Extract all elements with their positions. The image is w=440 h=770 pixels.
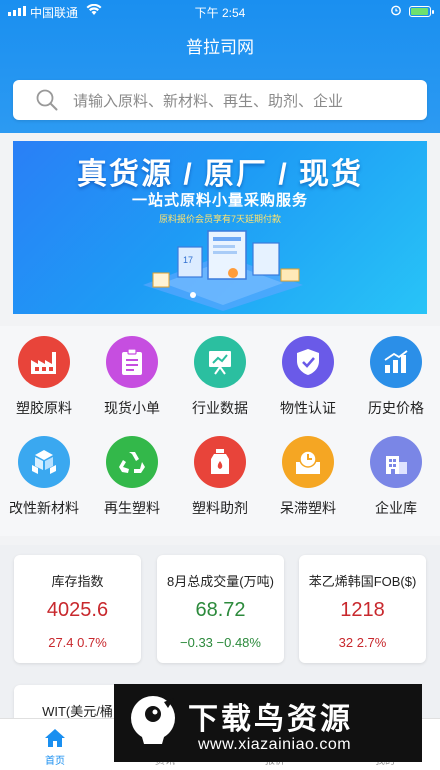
- tab-home[interactable]: 首页: [0, 719, 110, 770]
- recycle-icon: [106, 436, 158, 488]
- tab-label: 首页: [45, 756, 65, 767]
- market-card-value: 1218: [340, 599, 385, 621]
- market-card-title: 8月总成交量(万吨): [167, 574, 274, 589]
- category-item[interactable]: 改性新材料: [0, 426, 88, 518]
- search-input[interactable]: 请输入原料、新材料、再生、助剂、企业: [73, 90, 343, 111]
- svg-text:17: 17: [183, 255, 193, 265]
- category-item[interactable]: 企业库: [352, 426, 440, 518]
- clipboard-icon: [106, 336, 158, 388]
- category-label: 塑胶原料: [16, 400, 72, 416]
- factory-icon: [18, 336, 70, 388]
- status-bar: 中国联通 下午 2:54: [0, 0, 440, 22]
- market-card-value: 4025.6: [46, 599, 109, 621]
- search-icon: [36, 89, 58, 111]
- category-item[interactable]: 历史价格: [352, 326, 440, 418]
- category-label: 塑料助剂: [192, 500, 248, 516]
- category-item[interactable]: 行业数据: [176, 326, 264, 418]
- status-time: 下午 2:54: [194, 6, 246, 20]
- category-item[interactable]: 塑胶原料: [0, 326, 88, 418]
- promo-banner[interactable]: 真货源 / 原厂 / 现货 一站式原料小量采购服务 原料报价会员享有7天延期付款…: [13, 141, 427, 314]
- market-card[interactable]: 苯乙烯韩国FOB($) 1218 32 2.7%: [299, 555, 426, 663]
- market-card-change: 32 2.7%: [338, 635, 387, 650]
- cubes-icon: [18, 436, 70, 488]
- category-item[interactable]: 现货小单: [88, 326, 176, 418]
- bird-logo-icon: [131, 696, 175, 744]
- page-title: 普拉司网: [186, 38, 254, 57]
- market-card-value: 68.72: [195, 599, 246, 621]
- building-icon: [370, 436, 422, 488]
- market-card[interactable]: 8月总成交量(万吨) 68.72 −0.33 −0.48%: [157, 555, 284, 663]
- category-label: 改性新材料: [9, 500, 79, 516]
- category-grid: 塑胶原料 现货小单 行业数据 物性认证 历史价格 改性新材料 再生塑料 塑料助剂…: [0, 326, 440, 536]
- market-card-title: 库存指数: [51, 574, 104, 589]
- watermark-overlay: 下载鸟资源 www.xiazainiao.com: [114, 684, 422, 762]
- banner-note: 原料报价会员享有7天延期付款: [158, 214, 281, 224]
- shield-check-icon: [282, 336, 334, 388]
- market-card[interactable]: 库存指数 4025.6 27.4 0.7%: [14, 555, 141, 663]
- category-item[interactable]: 再生塑料: [88, 426, 176, 518]
- bar-chart-icon: [370, 336, 422, 388]
- search-bar[interactable]: 请输入原料、新材料、再生、助剂、企业: [13, 80, 427, 120]
- category-label: 现货小单: [104, 400, 160, 416]
- category-item[interactable]: 塑料助剂: [176, 426, 264, 518]
- category-label: 物性认证: [280, 400, 336, 416]
- category-label: 历史价格: [368, 400, 424, 416]
- alarm-icon: [390, 4, 402, 19]
- category-label: 呆滞塑料: [280, 500, 336, 516]
- presentation-chart-icon: [194, 336, 246, 388]
- category-label: 再生塑料: [104, 500, 160, 516]
- category-label: 企业库: [375, 500, 417, 516]
- battery-icon: [409, 6, 434, 17]
- home-icon: [45, 729, 65, 747]
- banner-subline: 一站式原料小量采购服务: [131, 192, 308, 209]
- market-card-change: 27.4 0.7%: [48, 635, 107, 650]
- market-card-change: −0.33 −0.48%: [180, 635, 261, 650]
- watermark-url: www.xiazainiao.com: [198, 736, 352, 753]
- category-label: 行业数据: [192, 400, 248, 416]
- header: 中国联通 下午 2:54 普拉司网 请输入原料、新材料、再生、助剂、企业: [0, 0, 440, 133]
- market-card-title: 苯乙烯韩国FOB($): [308, 574, 417, 589]
- clock-box-icon: [282, 436, 334, 488]
- banner-illustration: 17: [143, 230, 303, 311]
- bottle-icon: [194, 436, 246, 488]
- category-item[interactable]: 物性认证: [264, 326, 352, 418]
- category-item[interactable]: 呆滞塑料: [264, 426, 352, 518]
- banner-headline: 真货源 / 原厂 / 现货: [76, 158, 363, 191]
- watermark-logo-text: 下载鸟资源: [188, 703, 353, 736]
